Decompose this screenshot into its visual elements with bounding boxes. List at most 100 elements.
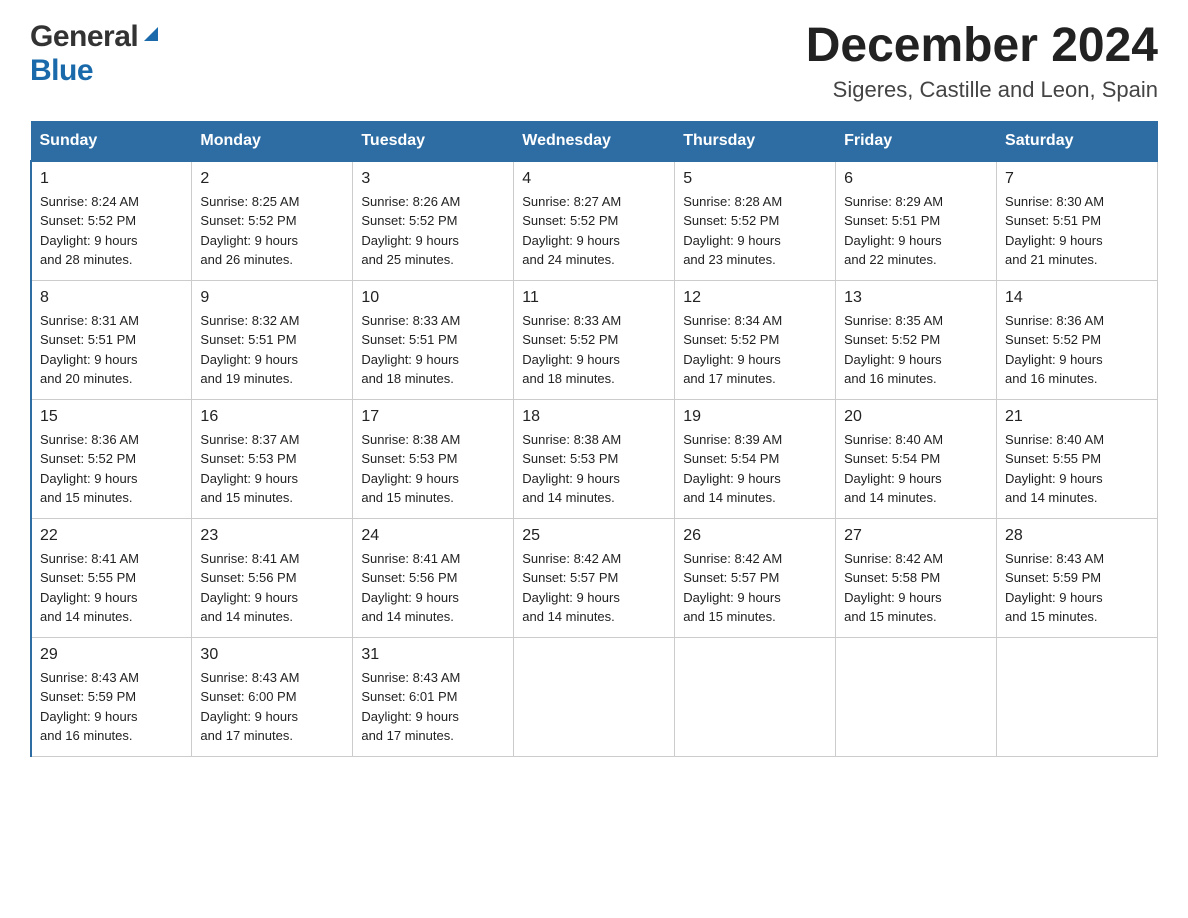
day-info: Sunrise: 8:41 AMSunset: 5:56 PMDaylight:…	[361, 549, 505, 627]
table-row: 14 Sunrise: 8:36 AMSunset: 5:52 PMDayligh…	[997, 280, 1158, 399]
table-row: 31Sunrise: 8:43 AMSunset: 6:01 PMDayligh…	[353, 637, 514, 756]
day-number: 13	[844, 289, 988, 307]
day-number: 29	[40, 646, 183, 664]
day-number: 21	[1005, 408, 1149, 426]
table-row: 11Sunrise: 8:33 AMSunset: 5:52 PMDayligh…	[514, 280, 675, 399]
table-row: 26 Sunrise: 8:42 AMSunset: 5:57 PMDayligh…	[675, 518, 836, 637]
day-info: Sunrise: 8:24 AMSunset: 5:52 PMDaylight:…	[40, 192, 183, 270]
table-row: 18 Sunrise: 8:38 AMSunset: 5:53 PMDayligh…	[514, 399, 675, 518]
day-number: 15	[40, 408, 183, 426]
table-row: 10Sunrise: 8:33 AMSunset: 5:51 PMDayligh…	[353, 280, 514, 399]
day-number: 25	[522, 527, 666, 545]
table-row: 5 Sunrise: 8:28 AMSunset: 5:52 PMDaylight…	[675, 161, 836, 281]
day-number: 28	[1005, 527, 1149, 545]
col-sunday: Sunday	[31, 121, 192, 161]
col-wednesday: Wednesday	[514, 121, 675, 161]
day-number: 3	[361, 170, 505, 188]
table-row: 22Sunrise: 8:41 AMSunset: 5:55 PMDayligh…	[31, 518, 192, 637]
day-info: Sunrise: 8:43 AMSunset: 6:01 PMDaylight:…	[361, 668, 505, 746]
day-info: Sunrise: 8:38 AMSunset: 5:53 PMDaylight:…	[522, 430, 666, 508]
calendar-header-row: Sunday Monday Tuesday Wednesday Thursday…	[31, 121, 1158, 161]
day-number: 5	[683, 170, 827, 188]
day-info: Sunrise: 8:43 AMSunset: 6:00 PMDaylight:…	[200, 668, 344, 746]
day-info: Sunrise: 8:42 AMSunset: 5:58 PMDaylight:…	[844, 549, 988, 627]
day-info: Sunrise: 8:40 AMSunset: 5:54 PMDaylight:…	[844, 430, 988, 508]
table-row: 20 Sunrise: 8:40 AMSunset: 5:54 PMDayligh…	[836, 399, 997, 518]
table-row: 23 Sunrise: 8:41 AMSunset: 5:56 PMDayligh…	[192, 518, 353, 637]
table-row: 8 Sunrise: 8:31 AMSunset: 5:51 PMDaylight…	[31, 280, 192, 399]
logo-triangle-icon	[140, 23, 162, 45]
table-row: 30Sunrise: 8:43 AMSunset: 6:00 PMDayligh…	[192, 637, 353, 756]
day-number: 2	[200, 170, 344, 188]
day-number: 6	[844, 170, 988, 188]
day-info: Sunrise: 8:40 AMSunset: 5:55 PMDaylight:…	[1005, 430, 1149, 508]
day-number: 4	[522, 170, 666, 188]
day-info: Sunrise: 8:41 AMSunset: 5:55 PMDaylight:…	[40, 549, 183, 627]
day-number: 19	[683, 408, 827, 426]
table-row: 15 Sunrise: 8:36 AMSunset: 5:52 PMDayligh…	[31, 399, 192, 518]
day-number: 8	[40, 289, 183, 307]
day-number: 20	[844, 408, 988, 426]
table-row: 25Sunrise: 8:42 AMSunset: 5:57 PMDayligh…	[514, 518, 675, 637]
day-info: Sunrise: 8:31 AMSunset: 5:51 PMDaylight:…	[40, 311, 183, 389]
month-title: December 2024	[806, 20, 1158, 73]
day-info: Sunrise: 8:28 AMSunset: 5:52 PMDaylight:…	[683, 192, 827, 270]
table-row: 21 Sunrise: 8:40 AMSunset: 5:55 PMDayligh…	[997, 399, 1158, 518]
day-info: Sunrise: 8:26 AMSunset: 5:52 PMDaylight:…	[361, 192, 505, 270]
col-monday: Monday	[192, 121, 353, 161]
day-number: 7	[1005, 170, 1149, 188]
table-row: 1 Sunrise: 8:24 AMSunset: 5:52 PMDaylight…	[31, 161, 192, 281]
day-number: 16	[200, 408, 344, 426]
day-info: Sunrise: 8:36 AMSunset: 5:52 PMDaylight:…	[40, 430, 183, 508]
table-row: 24 Sunrise: 8:41 AMSunset: 5:56 PMDayligh…	[353, 518, 514, 637]
day-info: Sunrise: 8:41 AMSunset: 5:56 PMDaylight:…	[200, 549, 344, 627]
table-row	[675, 637, 836, 756]
day-number: 12	[683, 289, 827, 307]
calendar-week-row: 8 Sunrise: 8:31 AMSunset: 5:51 PMDaylight…	[31, 280, 1158, 399]
day-number: 23	[200, 527, 344, 545]
day-info: Sunrise: 8:34 AMSunset: 5:52 PMDaylight:…	[683, 311, 827, 389]
calendar-week-row: 22Sunrise: 8:41 AMSunset: 5:55 PMDayligh…	[31, 518, 1158, 637]
day-info: Sunrise: 8:43 AMSunset: 5:59 PMDaylight:…	[1005, 549, 1149, 627]
day-number: 11	[522, 289, 666, 307]
table-row: 2 Sunrise: 8:25 AMSunset: 5:52 PMDaylight…	[192, 161, 353, 281]
day-info: Sunrise: 8:42 AMSunset: 5:57 PMDaylight:…	[683, 549, 827, 627]
day-number: 26	[683, 527, 827, 545]
day-number: 1	[40, 170, 183, 188]
day-info: Sunrise: 8:27 AMSunset: 5:52 PMDaylight:…	[522, 192, 666, 270]
day-info: Sunrise: 8:32 AMSunset: 5:51 PMDaylight:…	[200, 311, 344, 389]
day-number: 18	[522, 408, 666, 426]
day-info: Sunrise: 8:36 AMSunset: 5:52 PMDaylight:…	[1005, 311, 1149, 389]
calendar-table: Sunday Monday Tuesday Wednesday Thursday…	[30, 121, 1158, 757]
logo: General Blue	[30, 20, 162, 88]
table-row	[997, 637, 1158, 756]
table-row: 17Sunrise: 8:38 AMSunset: 5:53 PMDayligh…	[353, 399, 514, 518]
day-info: Sunrise: 8:30 AMSunset: 5:51 PMDaylight:…	[1005, 192, 1149, 270]
col-saturday: Saturday	[997, 121, 1158, 161]
table-row: 13Sunrise: 8:35 AMSunset: 5:52 PMDayligh…	[836, 280, 997, 399]
page-header: General Blue December 2024 Sigeres, Cast…	[30, 20, 1158, 103]
table-row: 27 Sunrise: 8:42 AMSunset: 5:58 PMDayligh…	[836, 518, 997, 637]
table-row: 6Sunrise: 8:29 AMSunset: 5:51 PMDaylight…	[836, 161, 997, 281]
table-row	[514, 637, 675, 756]
col-friday: Friday	[836, 121, 997, 161]
day-number: 14	[1005, 289, 1149, 307]
calendar-week-row: 29Sunrise: 8:43 AMSunset: 5:59 PMDayligh…	[31, 637, 1158, 756]
table-row: 19Sunrise: 8:39 AMSunset: 5:54 PMDayligh…	[675, 399, 836, 518]
day-number: 24	[361, 527, 505, 545]
table-row: 7 Sunrise: 8:30 AMSunset: 5:51 PMDaylight…	[997, 161, 1158, 281]
table-row: 29Sunrise: 8:43 AMSunset: 5:59 PMDayligh…	[31, 637, 192, 756]
logo-blue-text: Blue	[30, 54, 93, 87]
day-info: Sunrise: 8:37 AMSunset: 5:53 PMDaylight:…	[200, 430, 344, 508]
day-number: 27	[844, 527, 988, 545]
logo-general-text: General	[30, 20, 138, 54]
table-row: 28 Sunrise: 8:43 AMSunset: 5:59 PMDayligh…	[997, 518, 1158, 637]
day-info: Sunrise: 8:33 AMSunset: 5:51 PMDaylight:…	[361, 311, 505, 389]
col-thursday: Thursday	[675, 121, 836, 161]
day-info: Sunrise: 8:38 AMSunset: 5:53 PMDaylight:…	[361, 430, 505, 508]
location-title: Sigeres, Castille and Leon, Spain	[806, 77, 1158, 103]
day-info: Sunrise: 8:25 AMSunset: 5:52 PMDaylight:…	[200, 192, 344, 270]
calendar-week-row: 1 Sunrise: 8:24 AMSunset: 5:52 PMDaylight…	[31, 161, 1158, 281]
table-row: 9Sunrise: 8:32 AMSunset: 5:51 PMDaylight…	[192, 280, 353, 399]
table-row: 12 Sunrise: 8:34 AMSunset: 5:52 PMDayligh…	[675, 280, 836, 399]
